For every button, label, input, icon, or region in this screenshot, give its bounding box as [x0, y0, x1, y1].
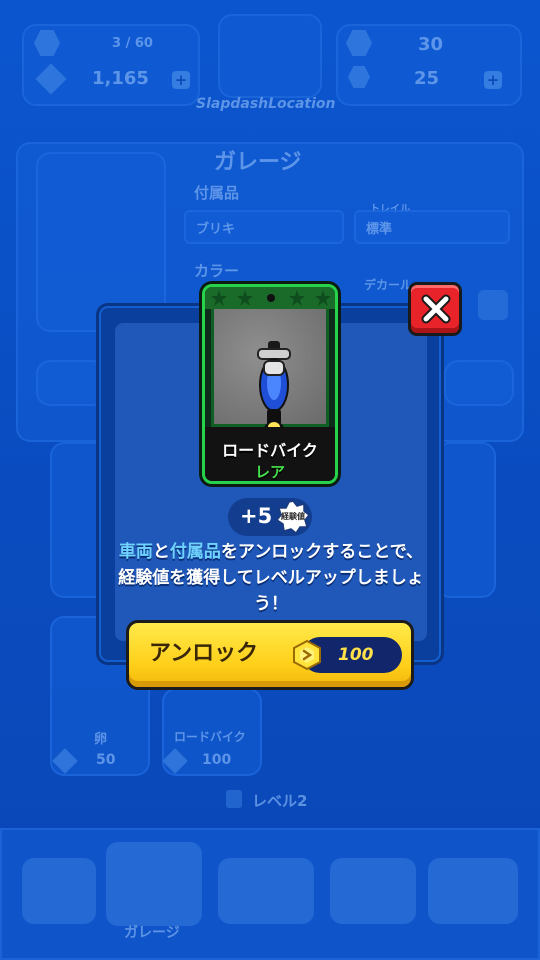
unlock-price-value: 100	[338, 645, 374, 665]
vehicle-card-right[interactable]	[436, 442, 496, 598]
nav-item-4[interactable]	[330, 858, 416, 924]
xp-reward-badge: +5 経験値	[228, 498, 312, 536]
nav-item-3[interactable]	[218, 858, 314, 924]
vehicle-name: ロードバイク	[222, 441, 318, 460]
unlock-button[interactable]: アンロック 100	[126, 620, 414, 690]
vehicle-tab-right[interactable]	[444, 360, 514, 406]
message-text-1: と	[152, 542, 170, 562]
xp-label: 経験値	[281, 512, 305, 521]
item-egg-price: 50	[96, 752, 116, 768]
message-highlight-vehicle: 車両	[118, 542, 153, 562]
lock-icon	[226, 790, 242, 808]
message-highlight-accessory: 付属品	[169, 542, 221, 562]
close-icon	[421, 294, 451, 324]
coin-icon	[293, 639, 321, 671]
item-roadbike-label: ロードバイク	[174, 730, 246, 744]
item-roadbike-price: 100	[202, 752, 232, 768]
token-count: 25	[414, 68, 440, 89]
card-pin-icon	[267, 294, 275, 302]
level-label: レベル2	[252, 792, 308, 810]
vehicle-card: ロードバイク レア	[202, 284, 338, 484]
nav-item-garage[interactable]	[106, 842, 202, 926]
vehicle-rarity: レア	[254, 463, 285, 481]
xp-amount: +5	[240, 504, 273, 528]
player-name: SlapdashLocation	[196, 96, 336, 112]
unlock-button-label: アンロック	[149, 641, 259, 666]
garage-title: ガレージ	[214, 150, 302, 175]
unlock-message: 車両と付属品をアンロックすることで、経験値を獲得してレベルアップしましょう！	[118, 539, 424, 617]
nav-item-5[interactable]	[428, 858, 518, 924]
trophy-progress: 3 / 60	[112, 36, 153, 51]
accessory-label: 付属品	[194, 184, 240, 202]
gem-count: 30	[418, 34, 444, 55]
add-coins-button[interactable]: +	[172, 71, 190, 89]
nav-garage-label: ガレージ	[124, 925, 180, 941]
player-avatar-frame	[218, 14, 322, 98]
card-road-background	[211, 309, 329, 437]
add-tokens-button[interactable]: +	[484, 71, 502, 89]
nav-item-1[interactable]	[22, 858, 96, 924]
trail-value: 標準	[366, 222, 393, 237]
accessory-value: ブリキ	[196, 222, 236, 237]
color-label: カラー	[194, 262, 240, 280]
close-button[interactable]	[408, 282, 462, 336]
decal-value: デカール	[364, 278, 413, 292]
coin-count: 1,165	[92, 68, 149, 89]
motorbike-icon	[257, 341, 291, 437]
card-footer: ロードバイク レア	[205, 427, 335, 481]
decal-button[interactable]	[478, 290, 508, 320]
item-egg-label: 卵	[94, 732, 108, 747]
